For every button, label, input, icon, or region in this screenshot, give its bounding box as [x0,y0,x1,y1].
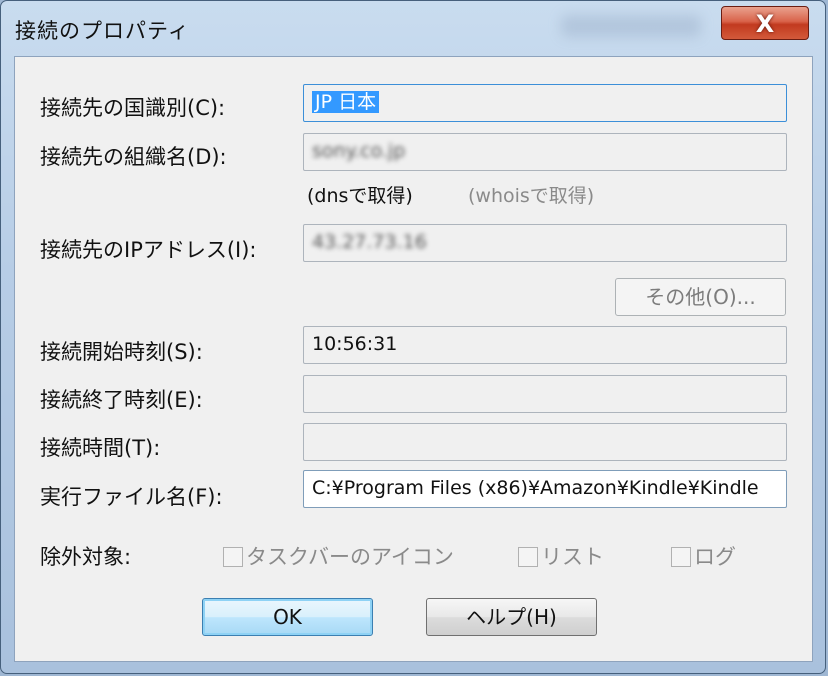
checkbox-box [223,547,243,567]
checkbox-box [518,547,538,567]
org-label: 接続先の組織名(D): [40,145,227,169]
org-field[interactable]: sony.co.jp [303,133,787,171]
list-checkbox-label: リスト [541,545,604,569]
exe-label: 実行ファイル名(F): [40,485,223,509]
dns-note: (dnsで取得) [307,185,413,207]
end-time-field[interactable] [303,375,787,413]
exclude-label: 除外対象: [40,545,132,569]
whois-note: (whoisで取得) [468,185,595,207]
close-button[interactable]: X [721,6,809,40]
country-field[interactable]: JP 日本 [303,84,787,122]
dialog-title: 接続のプロパティ [15,19,190,43]
title-bar-blurred-area [561,15,701,37]
exe-field[interactable]: C:¥Program Files (x86)¥Amazon¥Kindle¥Kin… [303,470,787,508]
properties-dialog: 接続のプロパティ X 接続先の国識別(C): JP 日本 接続先の組織名(D):… [0,0,826,674]
dialog-body: 接続先の国識別(C): JP 日本 接続先の組織名(D): sony.co.jp… [14,56,813,662]
help-button[interactable]: ヘルプ(H) [426,598,597,636]
org-value: sony.co.jp [312,140,406,162]
start-time-value: 10:56:31 [312,333,398,355]
duration-field[interactable] [303,423,787,461]
log-checkbox[interactable]: ログ [671,541,736,571]
close-icon: X [755,10,775,38]
duration-label: 接続時間(T): [40,436,161,460]
start-time-field[interactable]: 10:56:31 [303,326,787,364]
ip-value: 43.27.73.16 [312,231,427,253]
ok-button[interactable]: OK [202,598,373,636]
end-time-label: 接続終了時刻(E): [40,388,203,412]
taskbar-icon-checkbox[interactable]: タスクバーのアイコン [223,541,454,571]
country-label: 接続先の国識別(C): [40,96,226,120]
exe-value: C:¥Program Files (x86)¥Amazon¥Kindle¥Kin… [312,477,759,499]
title-bar[interactable]: 接続のプロパティ X [1,1,825,57]
checkbox-box [671,547,691,567]
ip-label: 接続先のIPアドレス(I): [40,238,257,262]
other-button[interactable]: その他(O)... [615,278,786,316]
country-value: JP 日本 [312,91,380,113]
start-time-label: 接続開始時刻(S): [40,340,203,364]
log-checkbox-label: ログ [694,545,736,569]
taskbar-icon-checkbox-label: タスクバーのアイコン [246,545,454,569]
ip-field[interactable]: 43.27.73.16 [303,224,787,262]
list-checkbox[interactable]: リスト [518,541,604,571]
